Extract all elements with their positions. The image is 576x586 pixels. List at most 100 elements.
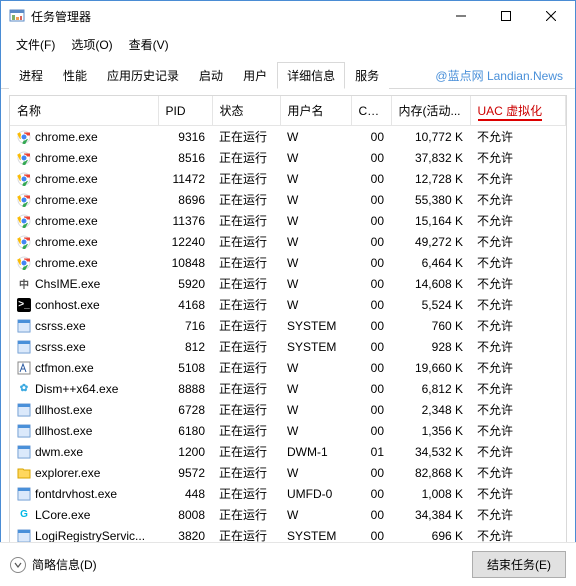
cell-user: UMFD-0 xyxy=(280,483,351,504)
cell-uac: 不允许 xyxy=(470,126,566,148)
process-row[interactable]: chrome.exe11376正在运行W0015,164 K不允许 xyxy=(10,210,566,231)
cell-pid: 8888 xyxy=(158,378,212,399)
process-row[interactable]: csrss.exe812正在运行SYSTEM00928 K不允许 xyxy=(10,336,566,357)
process-name: Dism++x64.exe xyxy=(35,382,118,396)
process-row[interactable]: ctfmon.exe5108正在运行W0019,660 K不允许 xyxy=(10,357,566,378)
generic-icon xyxy=(17,340,31,354)
cell-uac: 不允许 xyxy=(470,357,566,378)
process-row[interactable]: explorer.exe9572正在运行W0082,868 K不允许 xyxy=(10,462,566,483)
process-name: LogiRegistryServic... xyxy=(35,529,145,543)
process-name: conhost.exe xyxy=(35,298,100,312)
cell-user: W xyxy=(280,126,351,148)
ctfmon-icon xyxy=(17,361,31,375)
cell-cpu: 00 xyxy=(351,357,391,378)
chrome-icon xyxy=(17,235,31,249)
cell-mem: 55,380 K xyxy=(391,189,470,210)
end-task-button[interactable]: 结束任务(E) xyxy=(472,551,566,578)
close-button[interactable] xyxy=(528,2,573,30)
tab-0[interactable]: 进程 xyxy=(9,62,53,89)
col-memory[interactable]: 内存(活动... xyxy=(391,96,470,126)
cell-pid: 6728 xyxy=(158,399,212,420)
col-status[interactable]: 状态 xyxy=(212,96,280,126)
tab-6[interactable]: 服务 xyxy=(345,62,389,89)
cell-pid: 8008 xyxy=(158,504,212,525)
cell-user: W xyxy=(280,504,351,525)
cell-status: 正在运行 xyxy=(212,126,280,148)
col-name[interactable]: 名称 xyxy=(10,96,158,126)
process-row[interactable]: ✿Dism++x64.exe8888正在运行W006,812 K不允许 xyxy=(10,378,566,399)
process-row[interactable]: chrome.exe11472正在运行W0012,728 K不允许 xyxy=(10,168,566,189)
cell-user: W xyxy=(280,252,351,273)
cell-mem: 2,348 K xyxy=(391,399,470,420)
process-row[interactable]: GLCore.exe8008正在运行W0034,384 K不允许 xyxy=(10,504,566,525)
cell-mem: 1,356 K xyxy=(391,420,470,441)
col-pid[interactable]: PID xyxy=(158,96,212,126)
col-cpu[interactable]: CPU xyxy=(351,96,391,126)
tab-3[interactable]: 启动 xyxy=(189,62,233,89)
menu-view[interactable]: 查看(V) xyxy=(122,33,176,56)
cell-status: 正在运行 xyxy=(212,189,280,210)
cell-uac: 不允许 xyxy=(470,336,566,357)
chevron-down-icon xyxy=(10,557,26,573)
brief-info-toggle[interactable]: 简略信息(D) xyxy=(10,556,97,573)
cell-cpu: 00 xyxy=(351,126,391,148)
generic-icon xyxy=(17,529,31,543)
cell-cpu: 00 xyxy=(351,189,391,210)
process-row[interactable]: chrome.exe12240正在运行W0049,272 K不允许 xyxy=(10,231,566,252)
cell-uac: 不允许 xyxy=(470,147,566,168)
cell-uac: 不允许 xyxy=(470,315,566,336)
cell-user: W xyxy=(280,147,351,168)
process-name: dllhost.exe xyxy=(35,424,92,438)
cell-user: SYSTEM xyxy=(280,336,351,357)
tab-4[interactable]: 用户 xyxy=(233,62,277,89)
tab-5[interactable]: 详细信息 xyxy=(277,62,345,89)
cell-uac: 不允许 xyxy=(470,399,566,420)
cell-mem: 49,272 K xyxy=(391,231,470,252)
process-row[interactable]: 中ChsIME.exe5920正在运行W0014,608 K不允许 xyxy=(10,273,566,294)
cell-status: 正在运行 xyxy=(212,462,280,483)
tab-2[interactable]: 应用历史记录 xyxy=(97,62,189,89)
cell-uac: 不允许 xyxy=(470,441,566,462)
process-name: csrss.exe xyxy=(35,319,86,333)
cell-pid: 716 xyxy=(158,315,212,336)
process-row[interactable]: chrome.exe10848正在运行W006,464 K不允许 xyxy=(10,252,566,273)
col-user[interactable]: 用户名 xyxy=(280,96,351,126)
process-row[interactable]: dllhost.exe6728正在运行W002,348 K不允许 xyxy=(10,399,566,420)
menu-options[interactable]: 选项(O) xyxy=(64,33,119,56)
process-row[interactable]: >_conhost.exe4168正在运行W005,524 K不允许 xyxy=(10,294,566,315)
cell-cpu: 00 xyxy=(351,336,391,357)
menu-file[interactable]: 文件(F) xyxy=(9,33,62,56)
process-row[interactable]: dwm.exe1200正在运行DWM-10134,532 K不允许 xyxy=(10,441,566,462)
cell-status: 正在运行 xyxy=(212,336,280,357)
cell-uac: 不允许 xyxy=(470,504,566,525)
process-name: chrome.exe xyxy=(35,130,98,144)
cell-mem: 12,728 K xyxy=(391,168,470,189)
col-uac[interactable]: UAC 虚拟化 xyxy=(470,96,566,126)
tab-1[interactable]: 性能 xyxy=(53,62,97,89)
process-row[interactable]: chrome.exe8696正在运行W0055,380 K不允许 xyxy=(10,189,566,210)
process-row[interactable]: chrome.exe9316正在运行W0010,772 K不允许 xyxy=(10,126,566,148)
footer: 简略信息(D) 结束任务(E) xyxy=(0,542,576,586)
process-row[interactable]: dllhost.exe6180正在运行W001,356 K不允许 xyxy=(10,420,566,441)
process-row[interactable]: chrome.exe8516正在运行W0037,832 K不允许 xyxy=(10,147,566,168)
cell-user: DWM-1 xyxy=(280,441,351,462)
minimize-button[interactable] xyxy=(438,2,483,30)
generic-icon xyxy=(17,424,31,438)
process-name: dllhost.exe xyxy=(35,403,92,417)
cell-cpu: 00 xyxy=(351,168,391,189)
cell-status: 正在运行 xyxy=(212,273,280,294)
generic-icon xyxy=(17,487,31,501)
process-row[interactable]: csrss.exe716正在运行SYSTEM00760 K不允许 xyxy=(10,315,566,336)
cell-uac: 不允许 xyxy=(470,483,566,504)
process-row[interactable]: fontdrvhost.exe448正在运行UMFD-0001,008 K不允许 xyxy=(10,483,566,504)
chrome-icon xyxy=(17,172,31,186)
cell-cpu: 00 xyxy=(351,252,391,273)
maximize-button[interactable] xyxy=(483,2,528,30)
watermark: @蓝点网 Landian.News xyxy=(435,67,567,84)
cell-pid: 11472 xyxy=(158,168,212,189)
cell-uac: 不允许 xyxy=(470,231,566,252)
cell-status: 正在运行 xyxy=(212,294,280,315)
cell-status: 正在运行 xyxy=(212,357,280,378)
cell-cpu: 00 xyxy=(351,273,391,294)
cell-pid: 812 xyxy=(158,336,212,357)
